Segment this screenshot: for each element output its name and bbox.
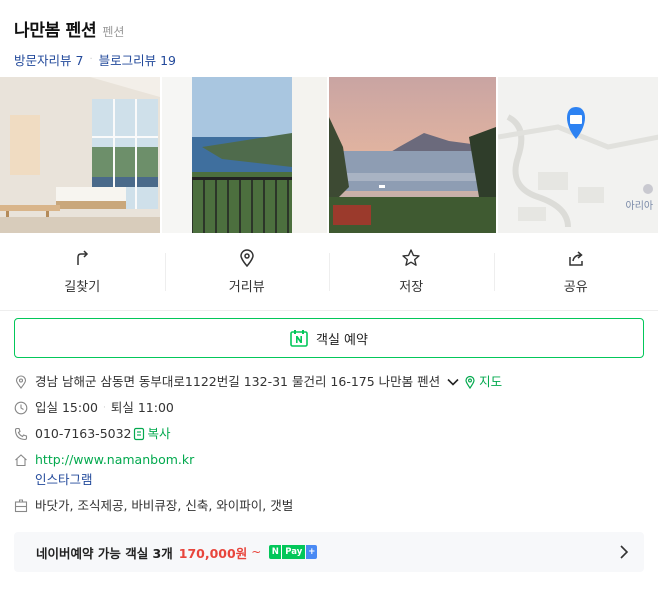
offer-price: 170,000원 bbox=[178, 545, 248, 561]
plus-icon: + bbox=[306, 545, 318, 559]
phone-icon bbox=[14, 427, 28, 441]
room-booking-label: 객실 예약 bbox=[316, 332, 368, 348]
map-pin-icon bbox=[465, 375, 475, 389]
facilities-text: 바닷가, 조식제공, 바비큐장, 신축, 와이파이, 갯벌 bbox=[35, 498, 294, 513]
blog-reviews-link[interactable]: 블로그리뷰 19 bbox=[99, 50, 176, 69]
share-label: 공유 bbox=[563, 280, 588, 295]
copy-icon bbox=[133, 427, 144, 441]
place-title[interactable]: 나만봄 펜션 bbox=[14, 16, 97, 41]
photo-strip: 아리아 bbox=[0, 77, 658, 233]
phone-row: 010-7163-5032 복사 bbox=[14, 426, 644, 452]
home-icon bbox=[15, 454, 27, 467]
visitor-reviews-link[interactable]: 방문자리뷰 7 bbox=[14, 50, 83, 69]
checkout-text: 퇴실 11:00 bbox=[110, 400, 174, 415]
phone-number: 010-7163-5032 bbox=[35, 426, 132, 441]
room-interior-photo[interactable] bbox=[0, 77, 160, 233]
chevron-right-icon bbox=[620, 545, 629, 559]
naver-calendar-icon bbox=[290, 330, 308, 347]
instagram-row: 인스타그램 bbox=[14, 472, 644, 498]
naver-pay-badge: N Pay + bbox=[269, 545, 318, 559]
map-link[interactable]: 지도 bbox=[479, 374, 502, 390]
directions-label: 길찾기 bbox=[64, 280, 101, 295]
place-category: 펜션 bbox=[102, 25, 125, 39]
location-pin-icon bbox=[15, 375, 27, 389]
room-booking-button[interactable]: 객실 예약 bbox=[14, 318, 644, 358]
separator-dot: · bbox=[103, 403, 106, 413]
directions-icon bbox=[77, 250, 89, 265]
save-label: 저장 bbox=[399, 280, 424, 295]
website-row: http://www.namanbom.kr bbox=[14, 452, 644, 472]
sunset-sea-photo[interactable] bbox=[329, 77, 496, 233]
copy-phone-button[interactable]: 복사 bbox=[148, 426, 171, 442]
balcony-sea-view-photo[interactable] bbox=[161, 77, 328, 233]
chevron-down-icon[interactable] bbox=[446, 375, 460, 389]
share-icon bbox=[569, 251, 583, 266]
separator-dot: · bbox=[89, 54, 93, 65]
hours-row: 입실 15:00 · 퇴실 11:00 bbox=[14, 400, 644, 426]
facilities-row: 바닷가, 조식제공, 바비큐장, 신축, 와이파이, 갯벌 bbox=[14, 498, 644, 524]
share-button[interactable]: 공유 bbox=[493, 233, 658, 310]
address-row: 경남 남해군 삼동면 동부대로1122번길 132-31 물건리 16-175 … bbox=[14, 374, 644, 400]
offer-label: 네이버예약 가능 객실 3개 bbox=[36, 545, 173, 561]
facilities-icon bbox=[14, 499, 28, 513]
action-bar: 길찾기 거리뷰 저장 공유 bbox=[0, 233, 658, 311]
place-info: 경남 남해군 삼동면 동부대로1122번길 132-31 물건리 16-175 … bbox=[0, 358, 658, 524]
map-thumbnail[interactable]: 아리아 bbox=[497, 77, 658, 233]
place-header: 나만봄 펜션 펜션 방문자리뷰 7 · 블로그리뷰 19 bbox=[0, 0, 658, 77]
star-icon bbox=[402, 249, 420, 266]
address-text: 경남 남해군 삼동면 동부대로1122번길 132-31 물건리 16-175 … bbox=[35, 374, 441, 389]
pin-icon bbox=[239, 249, 254, 268]
street-view-button[interactable]: 거리뷰 bbox=[164, 233, 330, 310]
directions-button[interactable]: 길찾기 bbox=[0, 233, 165, 310]
street-view-label: 거리뷰 bbox=[228, 280, 265, 295]
naver-booking-offer[interactable]: 네이버예약 가능 객실 3개 170,000원 ~ N Pay + bbox=[14, 532, 644, 572]
naver-n-icon: N bbox=[269, 545, 282, 559]
offer-tilde: ~ bbox=[251, 545, 262, 559]
review-links: 방문자리뷰 7 · 블로그리뷰 19 bbox=[14, 50, 644, 69]
website-link[interactable]: http://www.namanbom.kr bbox=[35, 452, 194, 468]
clock-icon bbox=[14, 401, 28, 415]
save-button[interactable]: 저장 bbox=[329, 233, 494, 310]
checkin-text: 입실 15:00 bbox=[35, 400, 98, 415]
map-place-label: 아리아 bbox=[625, 201, 654, 212]
instagram-link[interactable]: 인스타그램 bbox=[35, 472, 93, 488]
pay-label: Pay bbox=[281, 545, 306, 559]
